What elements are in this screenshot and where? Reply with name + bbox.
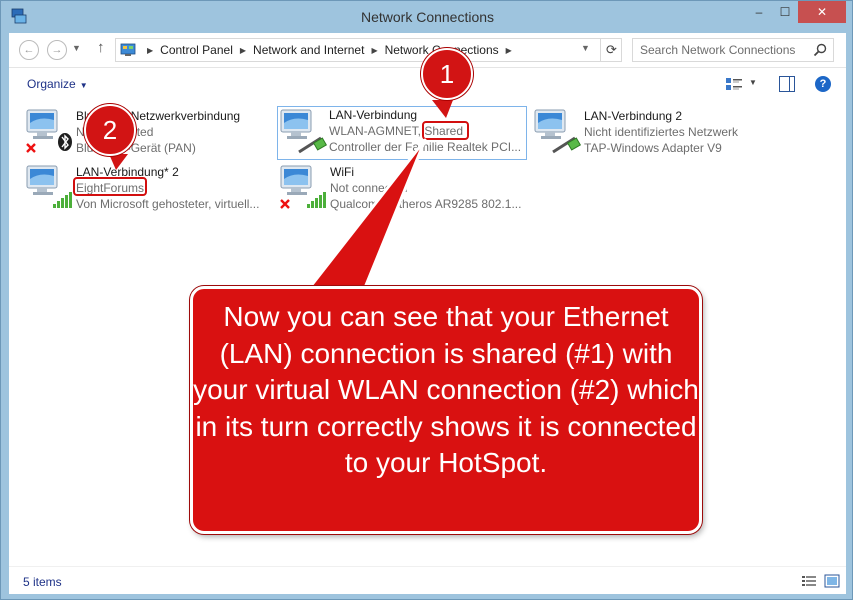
annotation-badge-1: 1 — [421, 48, 473, 100]
annotation-callout: Now you can see that your Ethernet (LAN)… — [190, 286, 702, 534]
annotation-badge-2: 2 — [84, 104, 136, 156]
